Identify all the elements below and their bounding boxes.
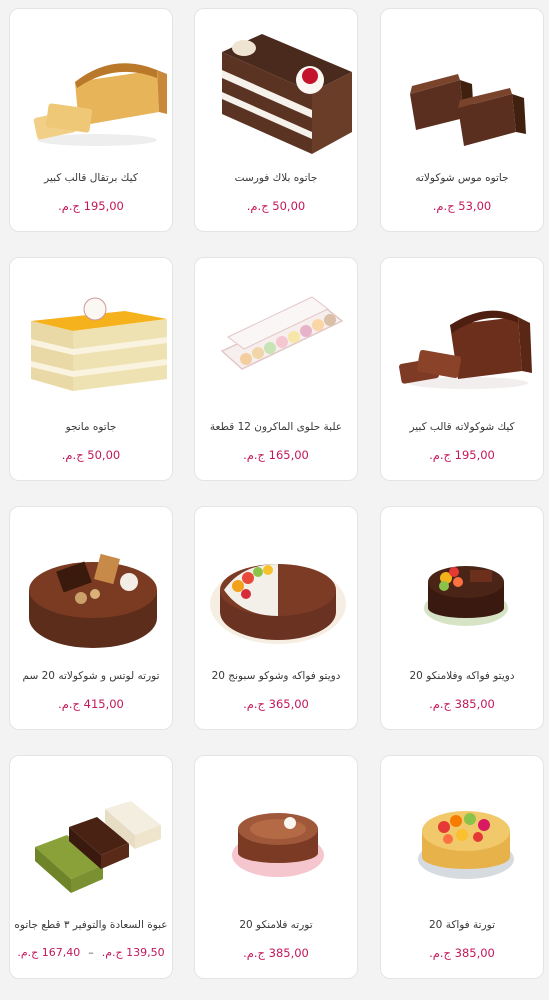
product-price: 385,00 ج.م.: [429, 697, 495, 711]
product-price: 385,00 ج.م.: [243, 946, 309, 960]
product-price: 53,00 ج.م.: [432, 199, 492, 213]
product-image-chocolate-cake[interactable]: [387, 266, 539, 416]
product-card-black-forest[interactable]: جاتوه بلاك فورست 50,00 ج.م.: [194, 8, 358, 232]
product-name[interactable]: كيك برتقال قالب كبير: [14, 172, 168, 184]
product-image-flamenco-torte[interactable]: [201, 764, 353, 914]
product-name[interactable]: دويتو فواكه وفلامنكو 20: [385, 670, 539, 682]
product-image-chocolate-mousse[interactable]: [387, 17, 539, 167]
product-image-happiness-box[interactable]: [16, 764, 168, 914]
product-card-flamenco-torte[interactable]: تورته فلامنكو 20 385,00 ج.م.: [194, 755, 358, 979]
product-image-orange-cake[interactable]: [16, 17, 168, 167]
product-name[interactable]: تورته لوتس و شوكولاته 20 سم: [14, 670, 168, 682]
product-name[interactable]: كيك شوكولاته قالب كبير: [385, 421, 539, 433]
product-card-fruit-torte[interactable]: تورتة فواكة 20 385,00 ج.م.: [380, 755, 544, 979]
product-image-lotus-chocolate-torte[interactable]: [16, 515, 168, 665]
product-card-mango[interactable]: جاتوه مانجو 50,00 ج.م.: [9, 257, 173, 481]
product-card-macaron-box[interactable]: علبة حلوى الماكرون 12 قطعة 165,00 ج.م.: [194, 257, 358, 481]
product-image-duet-fruit-choco-sponge[interactable]: [201, 515, 353, 665]
product-name[interactable]: تورته فلامنكو 20: [199, 919, 353, 931]
product-name[interactable]: جاتوه موس شوكولاته: [385, 172, 539, 184]
product-card-happiness-box[interactable]: عبوة السعادة والتوفير ٣ قطع جاتوه 139,50…: [9, 755, 173, 979]
product-name[interactable]: جاتوه مانجو: [14, 421, 168, 433]
product-card-lotus-chocolate-torte[interactable]: تورته لوتس و شوكولاته 20 سم 415,00 ج.م.: [9, 506, 173, 730]
product-price: 50,00 ج.م.: [246, 199, 306, 213]
product-price: 50,00 ج.م.: [61, 448, 121, 462]
product-price: 195,00 ج.م.: [58, 199, 124, 213]
product-name[interactable]: عبوة السعادة والتوفير ٣ قطع جاتوه: [14, 919, 168, 931]
product-card-chocolate-cake[interactable]: كيك شوكولاته قالب كبير 195,00 ج.م.: [380, 257, 544, 481]
product-card-duet-fruit-choco-sponge[interactable]: دويتو فواكه وشوكو سبونج 20 365,00 ج.م.: [194, 506, 358, 730]
product-image-mango[interactable]: [16, 266, 168, 416]
product-price: 365,00 ج.م.: [243, 697, 309, 711]
product-image-black-forest[interactable]: [201, 17, 353, 167]
product-price-range: 139,50 ج.م.–167,40 ج.م.: [17, 946, 165, 959]
product-image-macaron-box[interactable]: [201, 266, 353, 416]
product-price: 415,00 ج.م.: [58, 697, 124, 711]
product-grid: كيك برتقال قالب كبير 195,00 ج.م. جاتوه ب…: [0, 0, 549, 1000]
product-name[interactable]: علبة حلوى الماكرون 12 قطعة: [199, 421, 353, 433]
product-name[interactable]: جاتوه بلاك فورست: [199, 172, 353, 184]
product-image-duet-fruit-flamenco[interactable]: [387, 515, 539, 665]
product-name[interactable]: دويتو فواكه وشوكو سبونج 20: [199, 670, 353, 682]
product-name[interactable]: تورتة فواكة 20: [385, 919, 539, 931]
product-card-orange-cake[interactable]: كيك برتقال قالب كبير 195,00 ج.م.: [9, 8, 173, 232]
product-price: 195,00 ج.م.: [429, 448, 495, 462]
product-price: 385,00 ج.م.: [429, 946, 495, 960]
product-price: 165,00 ج.م.: [243, 448, 309, 462]
product-card-chocolate-mousse[interactable]: جاتوه موس شوكولاته 53,00 ج.م.: [380, 8, 544, 232]
product-image-fruit-torte[interactable]: [387, 764, 539, 914]
product-card-duet-fruit-flamenco[interactable]: دويتو فواكه وفلامنكو 20 385,00 ج.م.: [380, 506, 544, 730]
